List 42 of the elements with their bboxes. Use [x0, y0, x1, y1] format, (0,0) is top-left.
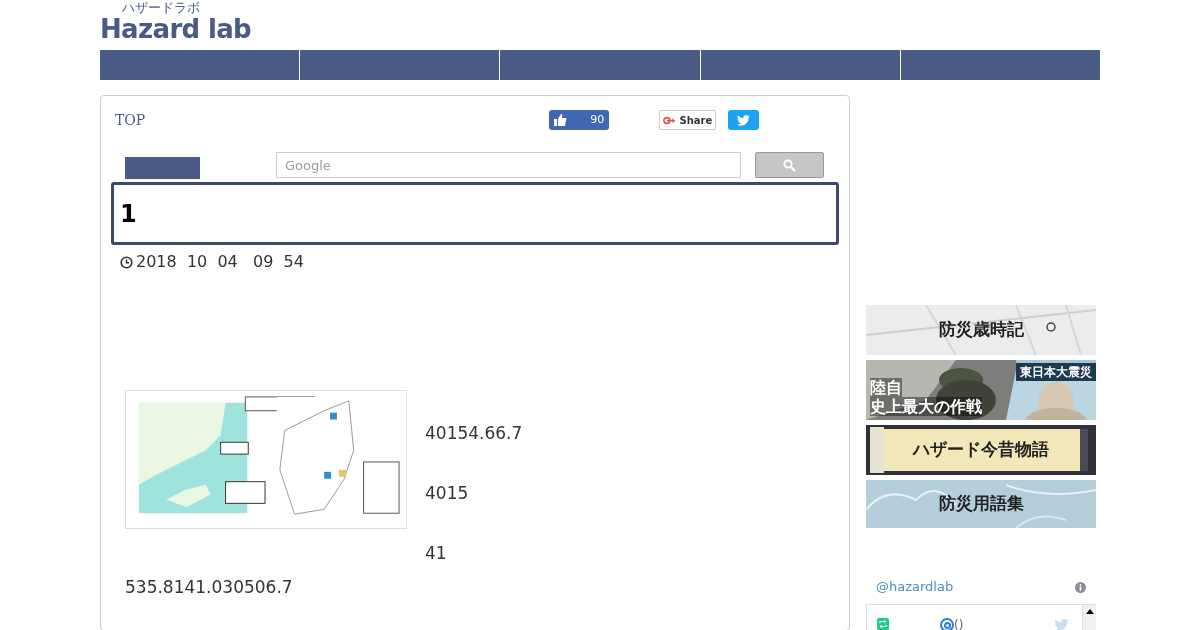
publish-date: 2018 10 04 09 54	[136, 251, 304, 273]
breadcrumb-link[interactable]: TOP	[115, 110, 146, 131]
banner-title: 陸自	[870, 378, 902, 397]
banner-link[interactable]: 防災用語集	[866, 480, 1096, 528]
nav-tab[interactable]	[100, 50, 301, 80]
search-field[interactable]: Google	[276, 152, 741, 178]
thumbs-up-icon	[554, 114, 568, 126]
tweet-button[interactable]	[728, 110, 760, 130]
like-button[interactable]: 90	[549, 110, 610, 130]
swirl-icon	[940, 618, 954, 630]
banner-title: ハザード今昔物語	[913, 438, 1049, 462]
banner-title: 史上最大の作戦	[870, 397, 982, 416]
banner-link[interactable]: 東日本大震災 陸自 史上最大の作戦	[866, 360, 1096, 420]
category-tab[interactable]	[125, 157, 200, 179]
nav-tab[interactable]	[700, 50, 901, 80]
paragraph: 4015	[425, 482, 470, 505]
article-title: 1	[120, 198, 137, 230]
share-button[interactable]: Share	[659, 110, 717, 130]
banner-link[interactable]: 防災歳時記	[866, 305, 1096, 355]
twitter-handle-link[interactable]: @hazardlab	[876, 577, 954, 597]
paragraph: 40154.66.7	[425, 422, 523, 445]
bird-icon	[737, 114, 751, 126]
logo[interactable]: Hazard lab	[100, 15, 252, 43]
info-icon[interactable]	[1075, 581, 1086, 593]
banner-title: 防災用語集	[938, 492, 1024, 516]
search-icon	[783, 158, 796, 172]
banner-title: 防災歳時記	[938, 318, 1024, 342]
search-button[interactable]	[755, 152, 824, 178]
tweet-text: ()	[954, 617, 964, 630]
retweet-icon	[877, 618, 889, 630]
nav-tab[interactable]	[900, 50, 1100, 80]
banner-link[interactable]: ハザード今昔物語	[866, 425, 1096, 475]
scrollbar[interactable]	[1082, 605, 1096, 630]
paragraph: 41	[425, 542, 448, 565]
paragraph: 535.8141.030506.7	[125, 576, 294, 599]
google-plus-icon	[663, 115, 676, 125]
nav-tab[interactable]	[300, 50, 501, 80]
nav-tab[interactable]	[500, 50, 701, 80]
banner-tag: 東日本大震災	[1016, 363, 1096, 381]
logo-kana: ハザードラボ	[122, 1, 200, 14]
clock-icon	[120, 255, 133, 269]
bird-icon	[1054, 619, 1069, 630]
